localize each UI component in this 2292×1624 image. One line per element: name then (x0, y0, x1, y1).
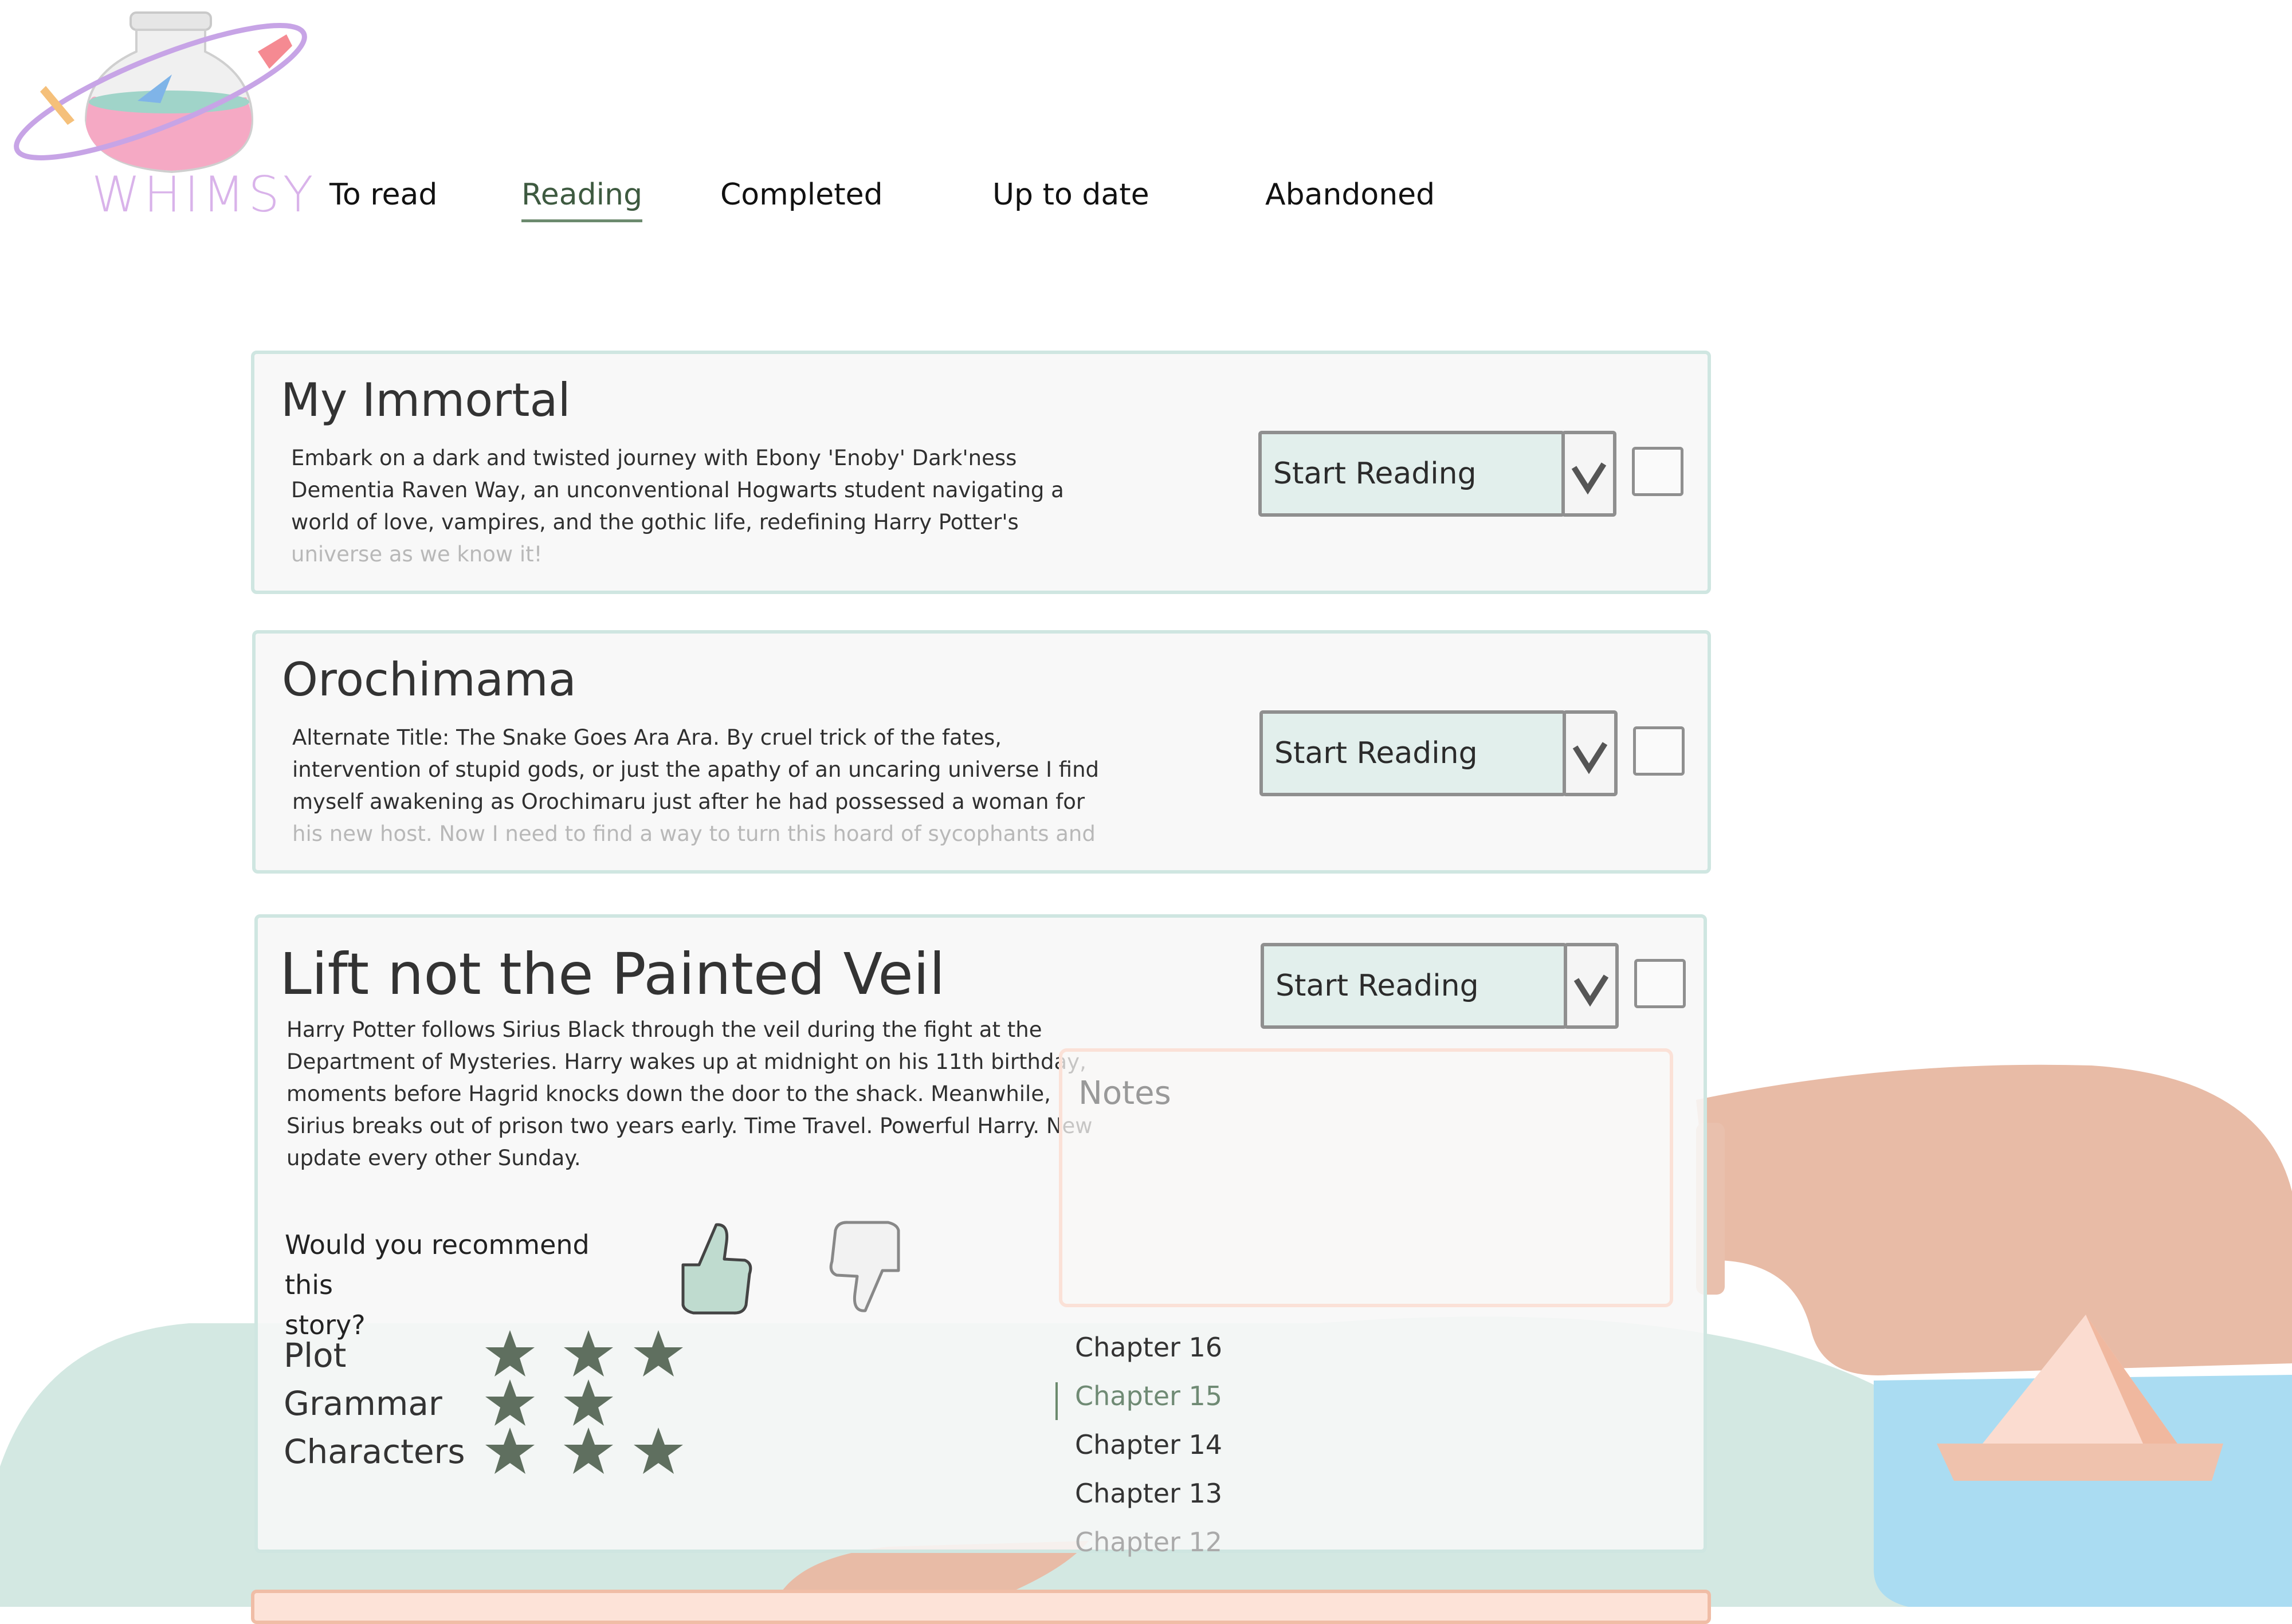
description-line: Department of Mysteries. Harry wakes up … (286, 1049, 1086, 1074)
status-dropdown[interactable]: Start Reading (1259, 710, 1618, 796)
star-icon[interactable] (563, 1377, 614, 1429)
story-title[interactable]: My Immortal (281, 373, 571, 427)
whimsy-logo[interactable]: WHIMSY (0, 0, 321, 241)
story-card[interactable] (251, 1590, 1711, 1624)
description-line: update every other Sunday. (286, 1146, 581, 1170)
chevron-down-icon[interactable] (1563, 710, 1618, 796)
star-icon[interactable] (484, 1377, 536, 1429)
story-card[interactable]: My Immortal Embark on a dark and twisted… (251, 351, 1711, 594)
thumbs-up-icon[interactable] (676, 1219, 756, 1316)
story-description: Embark on a dark and twisted journey wit… (291, 442, 1093, 574)
story-card[interactable]: Orochimama Alternate Title: The Snake Go… (252, 630, 1711, 874)
tab-up-to-date[interactable]: Up to date (992, 172, 1149, 218)
description-line: myself awakening as Orochimaru just afte… (292, 789, 1085, 814)
rating-label-grammar: Grammar (284, 1384, 442, 1423)
chapter-item[interactable]: Chapter 14 (1075, 1421, 1304, 1469)
star-icon[interactable] (484, 1328, 536, 1379)
description-line: moments before Hagrid knocks down the do… (286, 1082, 1051, 1106)
description-line: Dementia Raven Way, an unconventional Ho… (291, 478, 1064, 502)
chapter-item-current[interactable]: Chapter 15 (1055, 1372, 1304, 1421)
notes-textarea[interactable]: Notes (1059, 1048, 1673, 1307)
logo-wordmark: WHIMSY (92, 166, 317, 223)
star-icon[interactable] (484, 1425, 536, 1477)
rating-label-characters: Characters (284, 1432, 465, 1471)
star-icon[interactable] (633, 1328, 684, 1379)
description-line: Harry Potter follows Sirius Black throug… (286, 1017, 1042, 1042)
chapter-item[interactable]: Chapter 16 (1075, 1323, 1304, 1372)
status-dropdown[interactable]: Start Reading (1261, 943, 1619, 1029)
select-checkbox[interactable] (1633, 726, 1685, 776)
status-value[interactable]: Start Reading (1259, 710, 1566, 796)
status-dropdown[interactable]: Start Reading (1258, 431, 1616, 517)
recommend-question: Would you recommend this story? (285, 1225, 640, 1345)
description-line: Sirius breaks out of prison two years ea… (286, 1114, 1093, 1138)
star-icon[interactable] (563, 1425, 614, 1477)
tab-reading[interactable]: Reading (521, 172, 643, 222)
rating-label-plot: Plot (284, 1336, 347, 1375)
story-title[interactable]: Orochimama (282, 653, 576, 706)
story-description: Alternate Title: The Snake Goes Ara Ara.… (292, 722, 1140, 854)
tab-completed[interactable]: Completed (720, 172, 883, 218)
description-line: universe as we know it! (291, 542, 543, 567)
story-description: Harry Potter follows Sirius Black throug… (286, 1014, 1100, 1180)
description-line: world of love, vampires, and the gothic … (291, 510, 1019, 534)
chapter-list[interactable]: Chapter 16 Chapter 15 Chapter 14 Chapter… (1055, 1323, 1304, 1567)
chapter-item[interactable]: Chapter 13 (1075, 1469, 1304, 1518)
recommend-question-line: Would you recommend this (285, 1229, 590, 1300)
star-icon[interactable] (563, 1328, 614, 1379)
description-line: Alternate Title: The Snake Goes Ara Ara.… (292, 725, 1002, 750)
select-checkbox[interactable] (1634, 959, 1686, 1008)
tab-abandoned[interactable]: Abandoned (1265, 172, 1435, 218)
tab-to-read[interactable]: To read (329, 172, 437, 218)
description-line: his new host. Now I need to find a way t… (292, 821, 1096, 846)
chevron-down-icon[interactable] (1564, 943, 1619, 1029)
story-title[interactable]: Lift not the Painted Veil (280, 941, 945, 1008)
star-icon[interactable] (633, 1425, 684, 1477)
chevron-down-icon[interactable] (1561, 431, 1616, 517)
select-checkbox[interactable] (1632, 447, 1683, 496)
description-line: Embark on a dark and twisted journey wit… (291, 446, 1017, 470)
thumbs-down-icon[interactable] (825, 1219, 905, 1316)
notes-placeholder: Notes (1078, 1075, 1171, 1112)
chapter-item[interactable]: Chapter 12 (1075, 1518, 1304, 1567)
status-value[interactable]: Start Reading (1261, 943, 1567, 1029)
status-value[interactable]: Start Reading (1258, 431, 1565, 517)
description-line: intervention of stupid gods, or just the… (292, 757, 1100, 782)
